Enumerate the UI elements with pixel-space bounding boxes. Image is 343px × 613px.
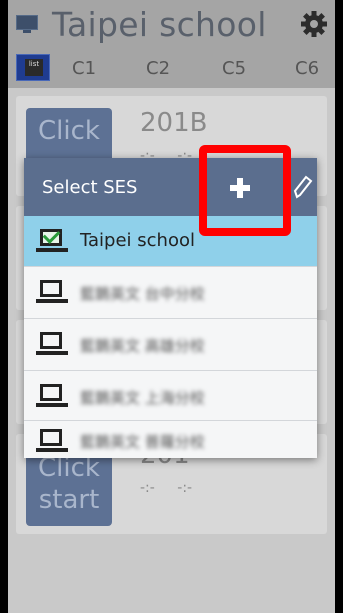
app-title: Taipei school [52, 4, 267, 44]
gear-icon[interactable] [299, 9, 329, 39]
tab-c5[interactable]: C5 [222, 58, 246, 79]
ses-item[interactable]: 藍鵲英文 高雄分校 [24, 318, 317, 368]
ses-item[interactable]: 藍鵲英文 上海分校 [24, 370, 317, 420]
monitor-icon [16, 15, 38, 33]
ses-item[interactable]: 藍鵲英文 普羅分校 [24, 420, 317, 458]
tab-c6[interactable]: C6 [295, 58, 319, 79]
laptop-icon [36, 280, 70, 306]
list-tab[interactable]: list [16, 54, 50, 81]
list-icon: list [25, 59, 43, 76]
laptop-icon [36, 384, 70, 410]
ses-item-label: 藍鵲英文 台中分校 [80, 285, 205, 303]
highlight-box [199, 145, 291, 236]
room-label: 201B [140, 108, 208, 138]
time-label: -:- -:- [140, 480, 193, 496]
app-bar: Taipei school [8, 0, 335, 48]
list-icon-text: list [28, 60, 40, 68]
ses-item-label: 藍鵲英文 普羅分校 [80, 433, 205, 451]
ses-item-label: 藍鵲英文 上海分校 [80, 389, 205, 407]
laptop-icon [36, 429, 70, 455]
tab-c1[interactable]: C1 [72, 58, 96, 79]
tab-c2[interactable]: C2 [146, 58, 170, 79]
laptop-check-icon [36, 226, 70, 255]
class-tabs: list C1 C2 C5 C6 [8, 48, 335, 88]
dialog-title: Select SES [42, 177, 138, 198]
pencil-icon[interactable] [292, 174, 314, 200]
laptop-icon [36, 332, 70, 358]
ses-item-label: 藍鵲英文 高雄分校 [80, 337, 205, 355]
ses-item-label: Taipei school [80, 230, 195, 251]
ses-item[interactable]: 藍鵲英文 台中分校 [24, 266, 317, 316]
